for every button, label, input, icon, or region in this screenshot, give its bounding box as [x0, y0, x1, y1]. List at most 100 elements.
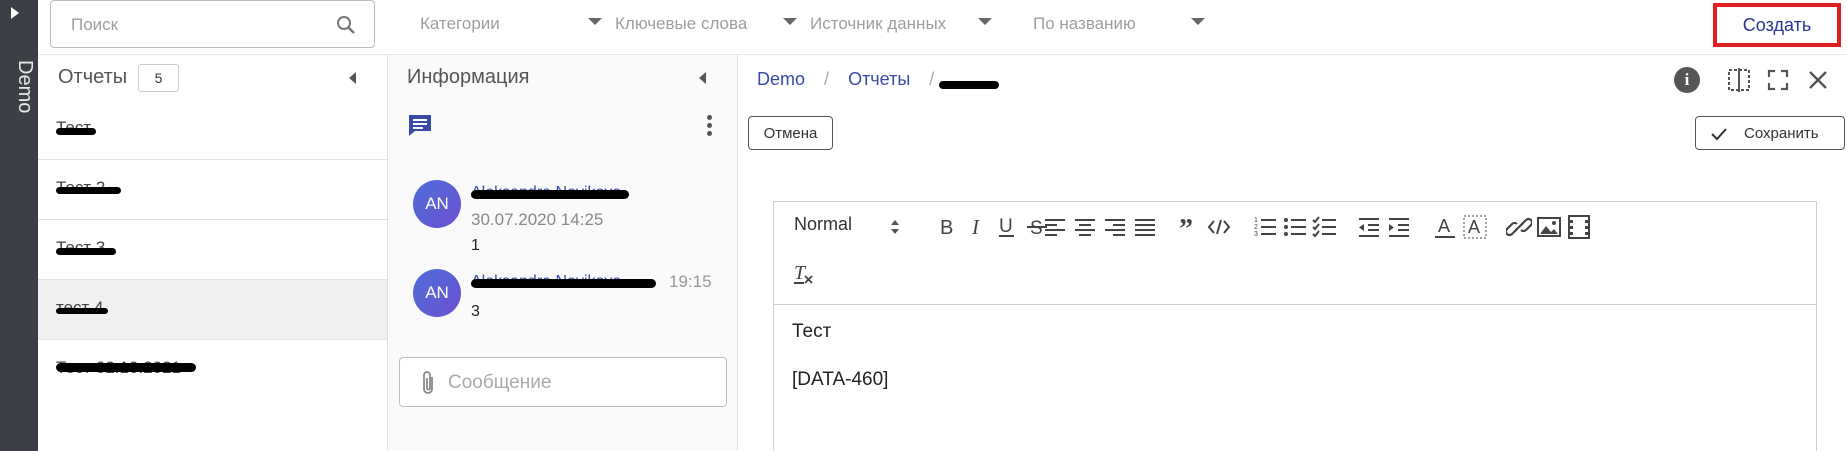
- svg-text:”: ”: [1179, 214, 1193, 240]
- report-list-item[interactable]: Тест 3: [38, 220, 387, 280]
- breadcrumb-separator: /: [824, 69, 830, 89]
- collapse-left-icon[interactable]: [699, 72, 706, 84]
- outdent-icon[interactable]: [1356, 214, 1382, 240]
- align-left-icon[interactable]: [1042, 214, 1068, 240]
- fullscreen-icon[interactable]: [1765, 67, 1791, 93]
- search-input[interactable]: Поиск: [50, 0, 375, 48]
- svg-text:A: A: [1468, 217, 1480, 237]
- align-justify-icon[interactable]: [1132, 214, 1158, 240]
- align-center-icon[interactable]: [1072, 214, 1098, 240]
- avatar: AN: [413, 180, 461, 228]
- filter-label: По названию: [1033, 14, 1136, 33]
- image-icon[interactable]: [1536, 214, 1562, 240]
- blockquote-icon[interactable]: ”: [1176, 214, 1202, 240]
- sort-by-name[interactable]: По названию: [1033, 14, 1213, 38]
- svg-text:S: S: [1030, 218, 1043, 239]
- app-window: Demo Поиск Категории Ключевые слова Исто…: [0, 0, 1847, 451]
- filter-categories[interactable]: Категории: [420, 14, 610, 38]
- editor-toolbar: Normal B I U S ” 123 A A T: [774, 202, 1816, 305]
- info-title: Информация: [407, 66, 530, 88]
- split-view-icon[interactable]: [1726, 67, 1752, 93]
- filter-keywords[interactable]: Ключевые слова: [615, 14, 805, 38]
- redaction-mark: [939, 81, 999, 89]
- svg-text:3: 3: [1254, 231, 1258, 238]
- filter-label: Категории: [420, 14, 500, 33]
- message-body: 1: [471, 237, 480, 254]
- reports-panel: Отчеты 5 Тест Тест 2 Тест 3 тест 4 Тест …: [38, 55, 388, 451]
- save-button[interactable]: Сохранить: [1695, 116, 1845, 150]
- paperclip-icon[interactable]: [418, 370, 438, 396]
- report-list-item-selected[interactable]: тест 4: [38, 280, 387, 340]
- redaction-mark: [471, 190, 629, 199]
- cancel-button[interactable]: Отмена: [748, 116, 833, 150]
- svg-text:T: T: [794, 262, 807, 284]
- info-icon[interactable]: i: [1674, 67, 1700, 93]
- bullet-list-icon[interactable]: [1282, 214, 1308, 240]
- left-rail: Demo: [0, 0, 38, 451]
- close-icon[interactable]: [1805, 67, 1831, 93]
- message-time: 19:15: [669, 272, 712, 291]
- report-list-item[interactable]: Тест 2: [38, 160, 387, 220]
- message-item: AN Aleksandra Novikova 19:15 3: [413, 269, 723, 349]
- collapse-left-icon[interactable]: [349, 72, 356, 84]
- filter-data-source[interactable]: Источник данных: [810, 14, 1000, 38]
- empty-line: [792, 344, 888, 368]
- content-line: [DATA-460]: [792, 369, 889, 390]
- breadcrumb-separator: /: [929, 69, 935, 89]
- more-vert-icon[interactable]: [707, 115, 713, 137]
- redaction-mark: [471, 279, 656, 288]
- redaction-mark: [56, 187, 121, 194]
- video-icon[interactable]: [1566, 214, 1592, 240]
- breadcrumb-demo[interactable]: Demo: [757, 69, 805, 89]
- svg-text:2: 2: [1254, 224, 1258, 231]
- svg-text:A: A: [1438, 216, 1450, 236]
- avatar: AN: [413, 269, 461, 317]
- bold-icon[interactable]: B: [934, 214, 960, 240]
- message-body: 3: [471, 303, 480, 320]
- expand-arrow-icon[interactable]: [11, 7, 19, 19]
- ordered-list-icon[interactable]: 123: [1252, 214, 1278, 240]
- italic-icon[interactable]: I: [964, 214, 990, 240]
- select-arrows-icon[interactable]: [890, 217, 900, 237]
- filter-label: Ключевые слова: [615, 14, 748, 33]
- reports-count-badge: 5: [138, 64, 179, 92]
- message-date: 30.07.2020 14:25: [471, 210, 604, 229]
- breadcrumb-reports[interactable]: Отчеты: [848, 69, 910, 89]
- svg-text:B: B: [940, 217, 953, 239]
- chevron-down-icon: [978, 18, 992, 25]
- background-color-icon[interactable]: A: [1462, 214, 1488, 240]
- filter-label: Источник данных: [810, 14, 947, 33]
- redaction-mark: [56, 363, 196, 372]
- message-input[interactable]: Сообщение: [399, 357, 727, 407]
- message-item: AN Aleksandra Novikova 30.07.2020 14:25 …: [413, 180, 723, 260]
- breadcrumb: Demo / Отчеты /: [757, 69, 948, 90]
- chevron-down-icon: [1191, 18, 1205, 25]
- svg-text:1: 1: [1254, 217, 1258, 224]
- indent-icon[interactable]: [1386, 214, 1412, 240]
- top-bar: Поиск Категории Ключевые слова Источник …: [38, 0, 1847, 55]
- rail-label[interactable]: Demo: [2, 60, 36, 120]
- comment-icon[interactable]: [407, 113, 433, 137]
- create-button[interactable]: Создать: [1717, 7, 1837, 43]
- search-icon[interactable]: [336, 15, 356, 35]
- redaction-mark: [56, 308, 108, 314]
- clear-formatting-icon[interactable]: T: [790, 261, 816, 287]
- underline-icon[interactable]: U: [994, 214, 1020, 240]
- report-list-item[interactable]: Тест 02.10.2021: [38, 340, 387, 400]
- code-icon[interactable]: [1206, 214, 1232, 240]
- save-label: Сохранить: [1744, 125, 1819, 142]
- link-icon[interactable]: [1506, 214, 1532, 240]
- align-right-icon[interactable]: [1102, 214, 1128, 240]
- svg-text:I: I: [971, 215, 980, 239]
- redaction-mark: [56, 128, 96, 135]
- report-list-item[interactable]: Тест: [38, 100, 387, 160]
- text-color-icon[interactable]: A: [1432, 214, 1458, 240]
- rich-text-editor: Normal B I U S ” 123 A A T Тест [DATA-46…: [773, 201, 1817, 451]
- message-placeholder: Сообщение: [448, 372, 552, 393]
- checklist-icon[interactable]: [1312, 214, 1338, 240]
- format-select[interactable]: Normal: [794, 214, 852, 235]
- svg-text:U: U: [999, 216, 1013, 237]
- reports-title: Отчеты: [58, 66, 128, 88]
- editor-content[interactable]: Тест [DATA-460]: [792, 320, 888, 392]
- chevron-down-icon: [783, 18, 797, 25]
